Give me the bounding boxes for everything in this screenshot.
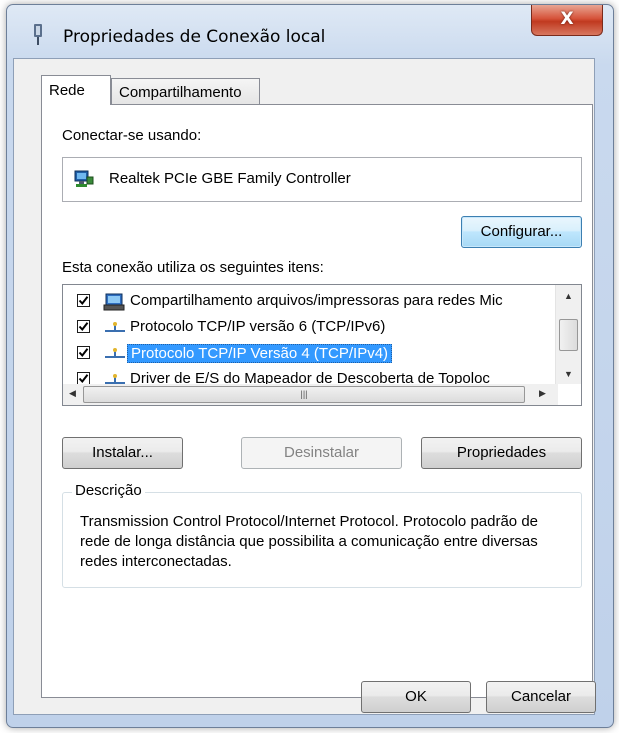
uninstall-button[interactable]: Desinstalar bbox=[241, 437, 402, 469]
adapter-name: Realtek PCIe GBE Family Controller bbox=[109, 170, 351, 187]
item-checkbox[interactable] bbox=[77, 346, 90, 359]
install-button-label: Instalar... bbox=[92, 444, 153, 461]
properties-button-label: Propriedades bbox=[456, 444, 547, 461]
list-item[interactable]: Protocolo TCP/IP versão 6 (TCP/IPv6) bbox=[63, 315, 558, 341]
scroll-left-icon[interactable]: ◀ bbox=[69, 388, 76, 399]
window-title: Propriedades de Conexão local bbox=[63, 27, 326, 47]
item-label: Protocolo TCP/IP versão 6 (TCP/IPv6) bbox=[130, 318, 386, 335]
cancel-button[interactable]: Cancelar bbox=[486, 681, 596, 713]
tab-compartilhamento[interactable]: Compartilhamento bbox=[111, 78, 260, 105]
protocol-icon bbox=[105, 322, 125, 332]
description-text: Transmission Control Protocol/Internet P… bbox=[80, 513, 539, 570]
item-checkbox[interactable] bbox=[77, 294, 90, 307]
horizontal-scroll-thumb[interactable]: ||| bbox=[83, 386, 525, 403]
configure-button-label: Configurar... bbox=[480, 223, 563, 240]
list-item[interactable]: Compartilhamento arquivos/impressoras pa… bbox=[63, 289, 558, 315]
tab-rede-label: Rede bbox=[49, 82, 85, 99]
cancel-button-label: Cancelar bbox=[510, 688, 572, 705]
item-label: Protocolo TCP/IP Versão 4 (TCP/IPv4) bbox=[127, 344, 393, 363]
close-button[interactable]: X bbox=[531, 5, 603, 36]
ok-button[interactable]: OK bbox=[361, 681, 471, 713]
adapter-field: Realtek PCIe GBE Family Controller bbox=[62, 157, 582, 202]
scroll-right-icon[interactable]: ▶ bbox=[539, 388, 546, 399]
scroll-up-icon[interactable]: ▲ bbox=[564, 291, 573, 301]
network-connection-icon bbox=[34, 24, 42, 45]
items-label: Esta conexão utiliza os seguintes itens: bbox=[62, 259, 324, 276]
ok-button-label: OK bbox=[405, 688, 427, 705]
horizontal-scrollbar[interactable]: ◀ ||| ▶ bbox=[63, 384, 558, 405]
protocol-icon bbox=[105, 348, 125, 358]
title-bar[interactable]: Propriedades de Conexão local X bbox=[7, 5, 613, 63]
configure-button[interactable]: Configurar... bbox=[461, 216, 582, 248]
connect-using-label: Conectar-se usando: bbox=[62, 127, 202, 144]
install-button[interactable]: Instalar... bbox=[62, 437, 183, 469]
printer-share-icon bbox=[103, 293, 125, 311]
item-checkbox[interactable] bbox=[77, 320, 90, 333]
scroll-down-icon[interactable]: ▼ bbox=[564, 369, 573, 379]
tab-rede[interactable]: Rede bbox=[41, 75, 111, 105]
vertical-scrollbar[interactable]: ▲ ▼ bbox=[555, 285, 581, 384]
tab-compartilhamento-label: Compartilhamento bbox=[119, 84, 242, 101]
items-list[interactable]: Compartilhamento arquivos/impressoras pa… bbox=[62, 284, 582, 406]
network-adapter-icon bbox=[74, 170, 94, 187]
vertical-scroll-thumb[interactable] bbox=[559, 319, 578, 351]
uninstall-button-label: Desinstalar bbox=[283, 444, 360, 461]
properties-button[interactable]: Propriedades bbox=[421, 437, 582, 469]
description-legend: Descrição bbox=[72, 482, 145, 499]
list-item-selected[interactable]: Protocolo TCP/IP Versão 4 (TCP/IPv4) bbox=[63, 341, 558, 367]
item-label: Compartilhamento arquivos/impressoras pa… bbox=[130, 292, 503, 309]
